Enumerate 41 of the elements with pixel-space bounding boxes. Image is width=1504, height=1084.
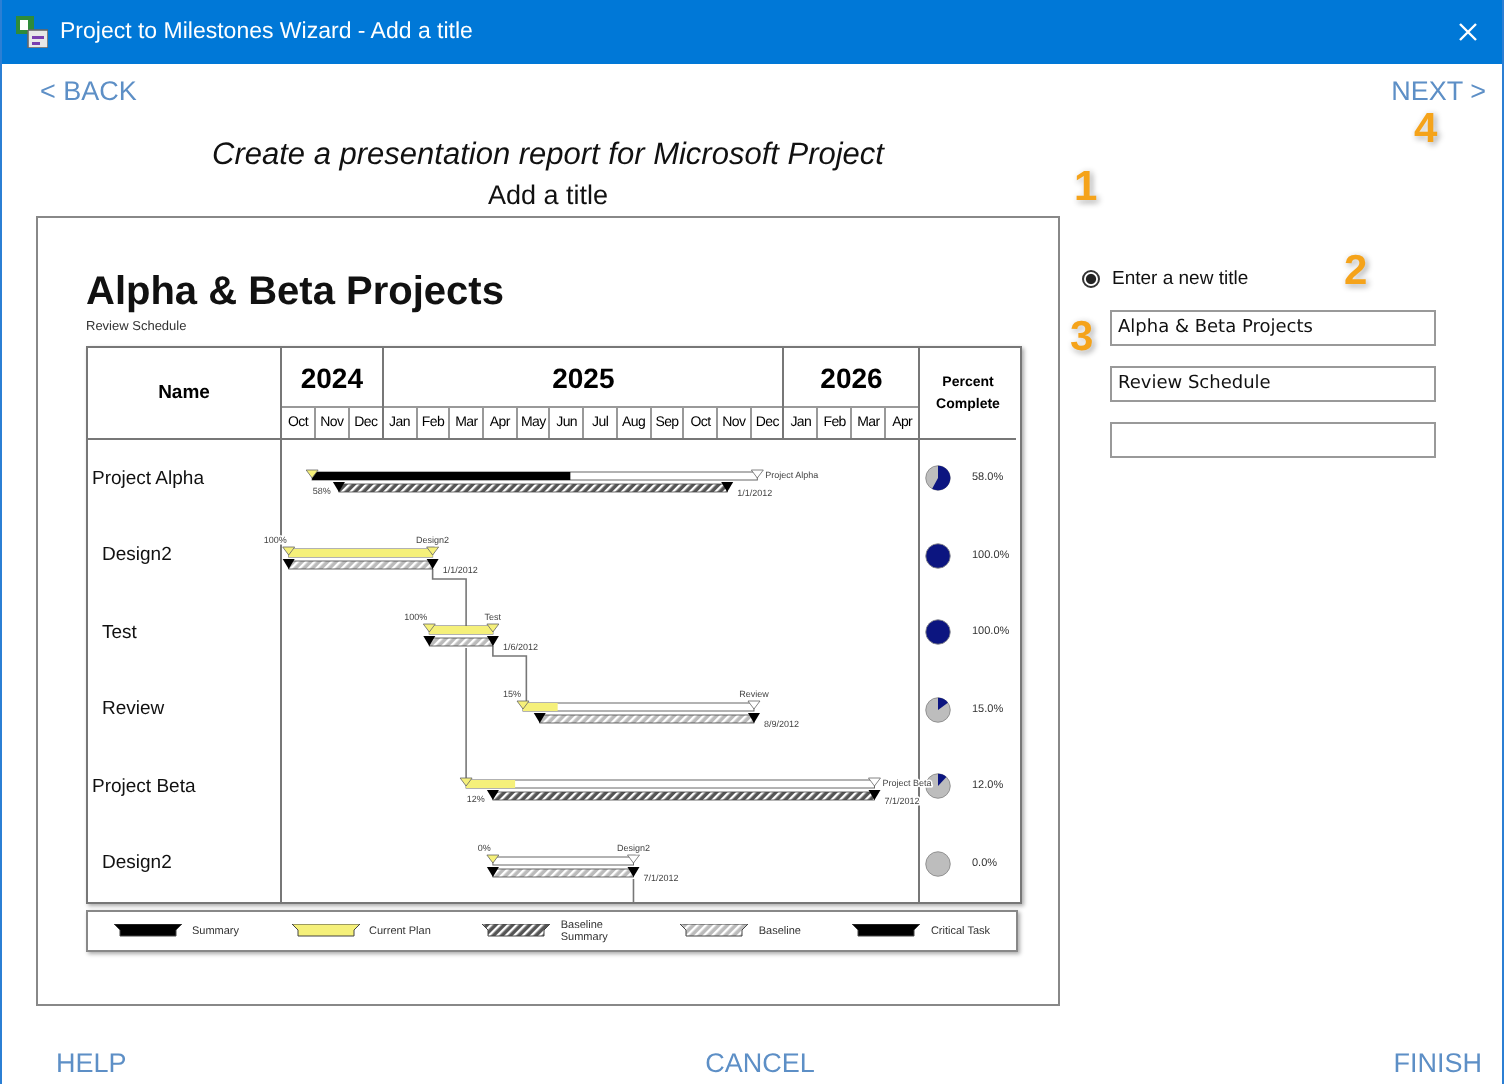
finish-link[interactable]: FINISH — [1393, 1048, 1482, 1078]
legend-swatch — [680, 923, 749, 939]
title-radio[interactable]: Enter a new title — [1082, 268, 1249, 290]
year-header: 2024 — [282, 348, 382, 408]
task-name: Project Beta — [92, 775, 196, 798]
task-name: Project Alpha — [92, 467, 204, 490]
legend-swatch — [291, 923, 359, 939]
legend-swatch — [482, 923, 551, 939]
help-link[interactable]: HELP — [56, 1048, 127, 1078]
step-number: 1 — [1074, 164, 1098, 212]
radio-button[interactable] — [1082, 270, 1100, 288]
legend-swatch — [113, 923, 182, 939]
task-name: Design2 — [102, 544, 172, 567]
title-field[interactable]: Alpha & Beta Projects — [1110, 310, 1436, 346]
title-field[interactable] — [1110, 422, 1436, 458]
title-field[interactable]: Review Schedule — [1110, 366, 1436, 402]
wizard-heading: Create a presentation report for Microsoft Project — [210, 138, 887, 174]
back-link[interactable]: < BACK — [40, 76, 137, 116]
app-icon — [16, 16, 48, 48]
task-name: Design2 — [102, 852, 172, 875]
progress-pie — [924, 541, 952, 570]
year-header: 2025 — [383, 348, 783, 408]
step-number: 3 — [1070, 314, 1094, 362]
column-header: Name — [88, 348, 282, 440]
radio-label: Enter a new title — [1112, 268, 1249, 290]
progress-pie — [924, 849, 952, 878]
cancel-link[interactable]: CANCEL — [705, 1048, 815, 1078]
task-name: Review — [102, 698, 165, 721]
step-title: Add a title — [485, 180, 611, 210]
window-title: Project to Milestones Wizard - Add a title — [60, 20, 473, 44]
progress-pie — [924, 464, 952, 493]
progress-pie — [924, 618, 952, 647]
year-header: 2026 — [784, 348, 918, 408]
report-title: Alpha & Beta Projects — [86, 270, 506, 316]
legend-swatch — [852, 923, 921, 939]
gantt-bar — [422, 623, 500, 635]
progress-pie — [924, 695, 952, 724]
step-number: 2 — [1344, 248, 1368, 296]
close-icon — [1458, 22, 1478, 42]
baseline-bar — [423, 636, 499, 647]
task-name: Test — [102, 621, 137, 644]
